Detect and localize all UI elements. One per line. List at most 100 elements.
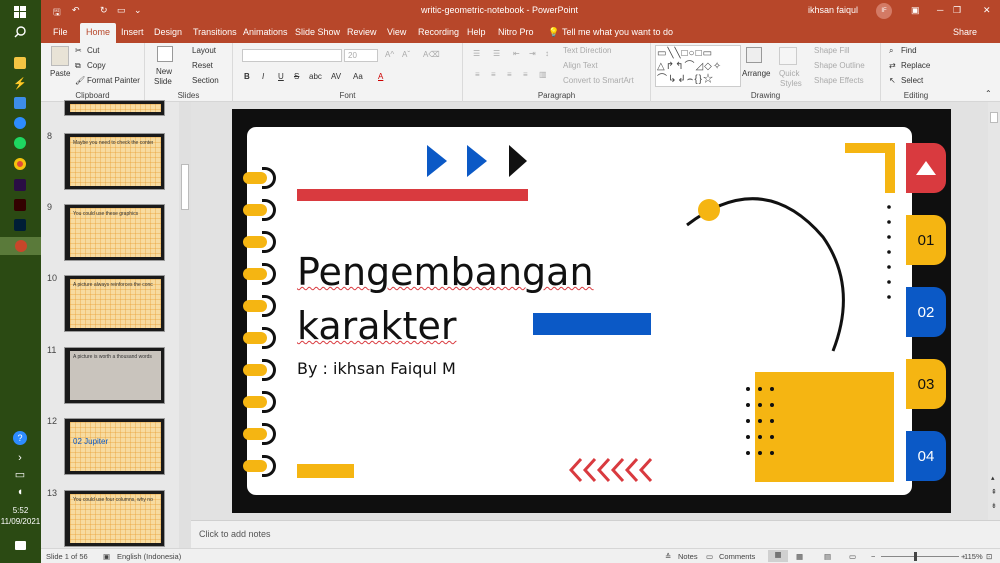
slide-scrollbar[interactable]: ▴ ⇞ ⇟	[988, 102, 1000, 520]
reading-view-icon[interactable]: ▤	[824, 552, 831, 561]
arrange-icon[interactable]	[746, 47, 762, 63]
line-spacing-icon[interactable]: ↕	[545, 49, 549, 58]
premiere-icon[interactable]	[11, 177, 29, 193]
zoom-icon[interactable]	[11, 115, 29, 131]
comments-button[interactable]: Comments	[719, 552, 755, 561]
new-slide-button[interactable]: New	[156, 67, 172, 76]
illustrator-icon[interactable]	[11, 197, 29, 213]
arrange-button[interactable]: Arrange	[742, 69, 770, 78]
bolt-app-icon[interactable]: ⚡	[11, 75, 29, 91]
scrollbar-thumb[interactable]	[181, 164, 189, 210]
slide-thumbnail[interactable]: A picture always reinforces the concept	[64, 275, 165, 332]
next-slide-icon[interactable]: ⇟	[991, 502, 997, 510]
copy-button[interactable]: Copy	[87, 61, 106, 70]
ribbon-display-icon[interactable]: ▣	[911, 5, 920, 16]
collapse-ribbon-icon[interactable]: ⌃	[985, 89, 992, 98]
text-direction-button[interactable]: Text Direction	[563, 46, 611, 55]
shape-outline-button[interactable]: Shape Outline	[814, 61, 865, 70]
chrome-icon[interactable]	[11, 156, 29, 172]
language-indicator[interactable]: English (Indonesia)	[117, 552, 181, 561]
notes-icon[interactable]: ≙	[665, 552, 671, 561]
shape-effects-button[interactable]: Shape Effects	[814, 76, 864, 85]
fit-to-window-icon[interactable]: ⊡	[986, 552, 992, 561]
italic-button[interactable]: I	[262, 72, 264, 81]
select-icon[interactable]: ↖	[889, 76, 896, 85]
tab-home[interactable]: Home	[80, 23, 117, 43]
section-button[interactable]: Section	[192, 76, 219, 85]
paste-button[interactable]: Paste	[50, 69, 70, 78]
scroll-up-icon[interactable]: ▴	[991, 474, 995, 482]
replace-button[interactable]: Replace	[901, 61, 930, 70]
numbering-icon[interactable]: ☰	[493, 49, 500, 58]
tab-nitro-pro[interactable]: Nitro Pro	[498, 27, 534, 37]
restore-icon[interactable]: ❐	[953, 5, 961, 16]
font-color-button[interactable]: A	[378, 72, 383, 81]
select-button[interactable]: Select	[901, 76, 923, 85]
tab-view[interactable]: View	[387, 27, 406, 37]
new-slide-icon[interactable]	[157, 46, 173, 62]
bold-button[interactable]: B	[244, 72, 250, 81]
tab-insert[interactable]: Insert	[121, 27, 144, 37]
tab-recording[interactable]: Recording	[418, 27, 459, 37]
customize-qat-icon[interactable]: ⌄	[134, 5, 142, 16]
new-slide-button-line2[interactable]: Slide	[154, 77, 172, 86]
shrink-font-icon[interactable]: Aˇ	[402, 50, 410, 59]
tab-file[interactable]: File	[53, 27, 68, 37]
shape-fill-button[interactable]: Shape Fill	[814, 46, 850, 55]
decrease-indent-icon[interactable]: ⇤	[513, 49, 520, 58]
replace-icon[interactable]: ⇄	[889, 61, 896, 70]
volume-icon[interactable]: ◖	[11, 484, 29, 500]
notes-pane[interactable]: Click to add notes	[191, 520, 1000, 548]
copy-icon[interactable]: ⧉	[75, 61, 81, 71]
scrollbar-thumb[interactable]	[990, 112, 998, 123]
grow-font-icon[interactable]: A^	[385, 50, 394, 59]
zoom-slider[interactable]	[881, 552, 959, 561]
tab-transitions[interactable]: Transitions	[193, 27, 237, 37]
photoshop-icon[interactable]	[11, 217, 29, 233]
undo-icon[interactable]: ↶	[72, 5, 80, 16]
shadow-button[interactable]: abc	[309, 72, 322, 81]
increase-indent-icon[interactable]: ⇥	[529, 49, 536, 58]
windows-start-icon[interactable]	[11, 4, 29, 20]
save-icon[interactable]: 🖫	[53, 5, 61, 21]
tab-design[interactable]: Design	[154, 27, 182, 37]
slide-thumbnail[interactable]: Maybe you need to check the content	[64, 133, 165, 190]
dropbox-icon[interactable]	[11, 95, 29, 111]
slide-thumbnail[interactable]: You could use these graphics	[64, 204, 165, 261]
notes-button[interactable]: Notes	[678, 552, 698, 561]
change-case-button[interactable]: Aa	[353, 72, 363, 81]
thumbnail-scrollbar[interactable]	[179, 102, 191, 548]
align-text-button[interactable]: Align Text	[563, 61, 598, 70]
quick-styles-icon[interactable]	[779, 47, 797, 65]
convert-smartart-button[interactable]: Convert to SmartArt	[563, 76, 634, 85]
cut-button[interactable]: Cut	[87, 46, 99, 55]
slideshow-icon[interactable]: ▭	[849, 552, 856, 561]
bullets-icon[interactable]: ☰	[473, 49, 480, 58]
close-icon[interactable]: ✕	[983, 5, 991, 16]
previous-slide-icon[interactable]: ⇞	[991, 488, 997, 496]
minimize-icon[interactable]: ─	[937, 5, 943, 15]
zoom-level[interactable]: 115%	[964, 552, 983, 561]
spelling-icon[interactable]: ▣	[103, 552, 110, 561]
slide-thumbnail-7[interactable]	[64, 100, 165, 116]
powerpoint-taskbar-icon[interactable]	[0, 237, 41, 255]
search-icon[interactable]	[11, 24, 29, 40]
font-name-dropdown[interactable]	[242, 49, 342, 62]
present-icon[interactable]: ▭	[117, 5, 126, 16]
format-painter-button[interactable]: Format Painter	[87, 76, 140, 85]
tab-animations[interactable]: Animations	[243, 27, 288, 37]
cut-icon[interactable]: ✂	[75, 46, 82, 55]
file-explorer-icon[interactable]	[11, 55, 29, 71]
columns-icon[interactable]: ▥	[539, 70, 547, 79]
slide-thumbnail[interactable]: 02 Jupiter	[64, 418, 165, 475]
align-center-icon[interactable]: ≡	[491, 70, 496, 79]
share-button[interactable]: Share	[953, 27, 977, 37]
slide-subtitle[interactable]: By : ikhsan Faiqul M	[297, 359, 456, 378]
format-painter-icon[interactable]: 🖌	[75, 76, 85, 85]
tab-help[interactable]: Help	[467, 27, 486, 37]
tell-me-input[interactable]: Tell me what you want to do	[562, 27, 673, 37]
redo-icon[interactable]: ↻	[100, 5, 108, 16]
quick-styles-button-line2[interactable]: Styles	[780, 79, 802, 88]
tab-slide-show[interactable]: Slide Show	[295, 27, 340, 37]
chevron-up-icon[interactable]: ›	[11, 450, 29, 466]
